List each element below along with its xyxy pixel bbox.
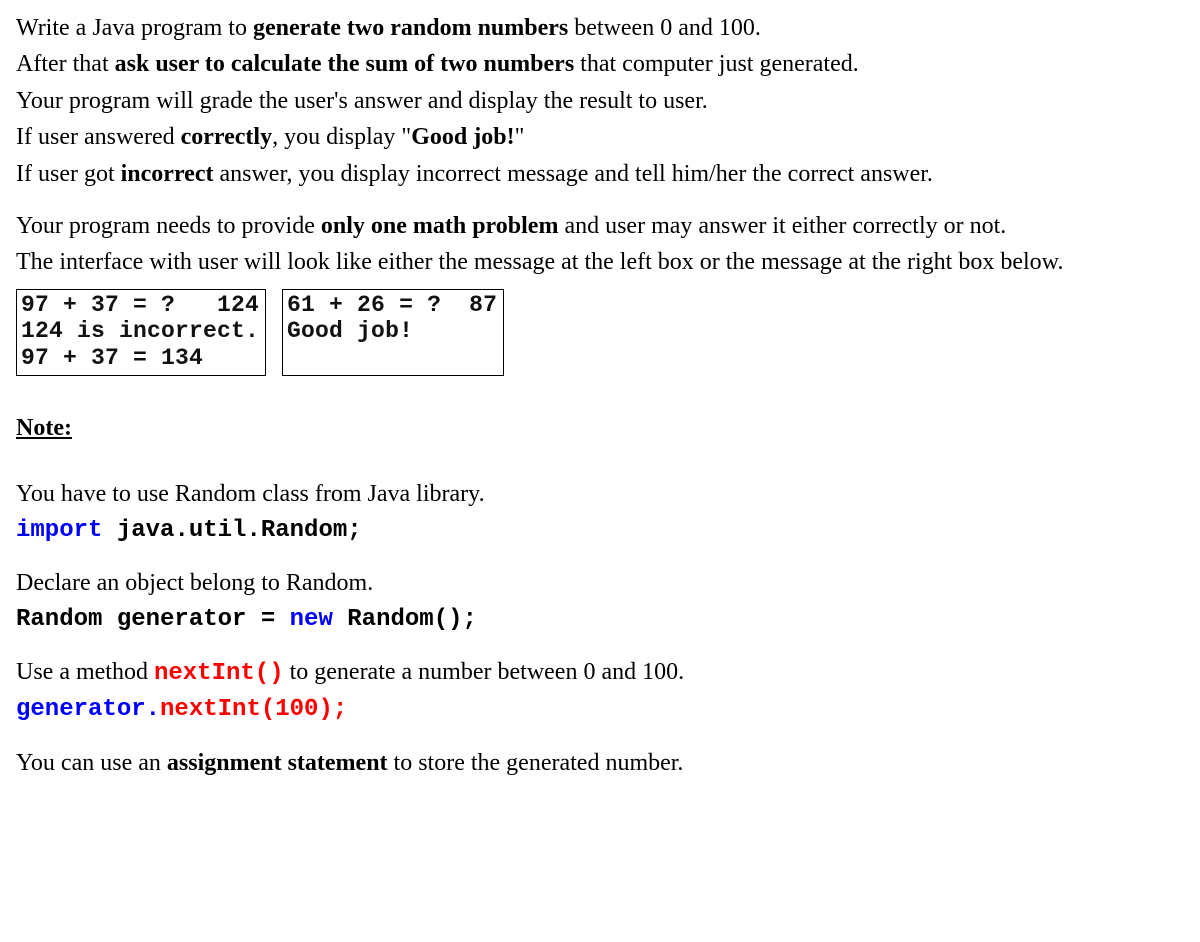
example-box-correct: 61 + 26 = ? 87 Good job! [282, 289, 504, 376]
code-keyword: new [290, 606, 333, 633]
text: You can use an [16, 750, 167, 776]
paragraph-5: If user got incorrect answer, you displa… [16, 158, 1184, 190]
text: to store the generated number. [388, 750, 684, 776]
note-section: Note: You have to use Random class from … [16, 394, 1184, 779]
text: If user got [16, 161, 121, 187]
text: and user may answer it either correctly … [558, 213, 1006, 239]
text-bold: correctly [181, 124, 273, 150]
note-line-3: Use a method nextInt() to generate a num… [16, 656, 1184, 690]
text-bold: Good job! [411, 124, 514, 150]
code-object: generator. [16, 696, 160, 723]
paragraph-2: After that ask user to calculate the sum… [16, 48, 1184, 80]
code-keyword: import [16, 517, 117, 544]
code-text: java.util.Random; [117, 517, 362, 544]
note-line-2: Declare an object belong to Random. [16, 567, 1184, 599]
paragraph-6: Your program needs to provide only one m… [16, 210, 1184, 242]
code-text: Random(); [333, 606, 477, 633]
paragraph-3: Your program will grade the user's answe… [16, 85, 1184, 117]
code-method: nextInt() [154, 660, 284, 687]
text: Write a Java program to [16, 15, 253, 41]
paragraph-4: If user answered correctly, you display … [16, 121, 1184, 153]
code-declare: Random generator = new Random(); [16, 604, 1184, 636]
note-line-1: You have to use Random class from Java l… [16, 478, 1184, 510]
text: that computer just generated. [574, 51, 859, 77]
code-method: nextInt(100); [160, 696, 347, 723]
text-bold: generate two random numbers [253, 15, 568, 41]
text: If user answered [16, 124, 181, 150]
text-bold: ask user to calculate the sum of two num… [115, 51, 575, 77]
text-bold: only one math problem [321, 213, 559, 239]
code-text: Random generator = [16, 606, 290, 633]
text: After that [16, 51, 115, 77]
code-nextint: generator.nextInt(100); [16, 694, 1184, 726]
text: " [515, 124, 525, 150]
text: to generate a number between 0 and 100. [284, 659, 685, 685]
paragraph-1: Write a Java program to generate two ran… [16, 12, 1184, 44]
example-box-incorrect: 97 + 37 = ? 124 124 is incorrect. 97 + 3… [16, 289, 266, 376]
text: Your program needs to provide [16, 213, 321, 239]
text-bold: assignment statement [167, 750, 388, 776]
note-line-4: You can use an assignment statement to s… [16, 747, 1184, 779]
note-heading: Note: [16, 412, 72, 444]
text: Use a method [16, 659, 154, 685]
example-boxes: 97 + 37 = ? 124 124 is incorrect. 97 + 3… [16, 289, 1184, 376]
text-bold: incorrect [121, 161, 214, 187]
paragraph-7: The interface with user will look like e… [16, 246, 1184, 278]
text: answer, you display incorrect message an… [213, 161, 932, 187]
code-import: import java.util.Random; [16, 515, 1184, 547]
text: between 0 and 100. [568, 15, 761, 41]
text: , you display " [272, 124, 411, 150]
